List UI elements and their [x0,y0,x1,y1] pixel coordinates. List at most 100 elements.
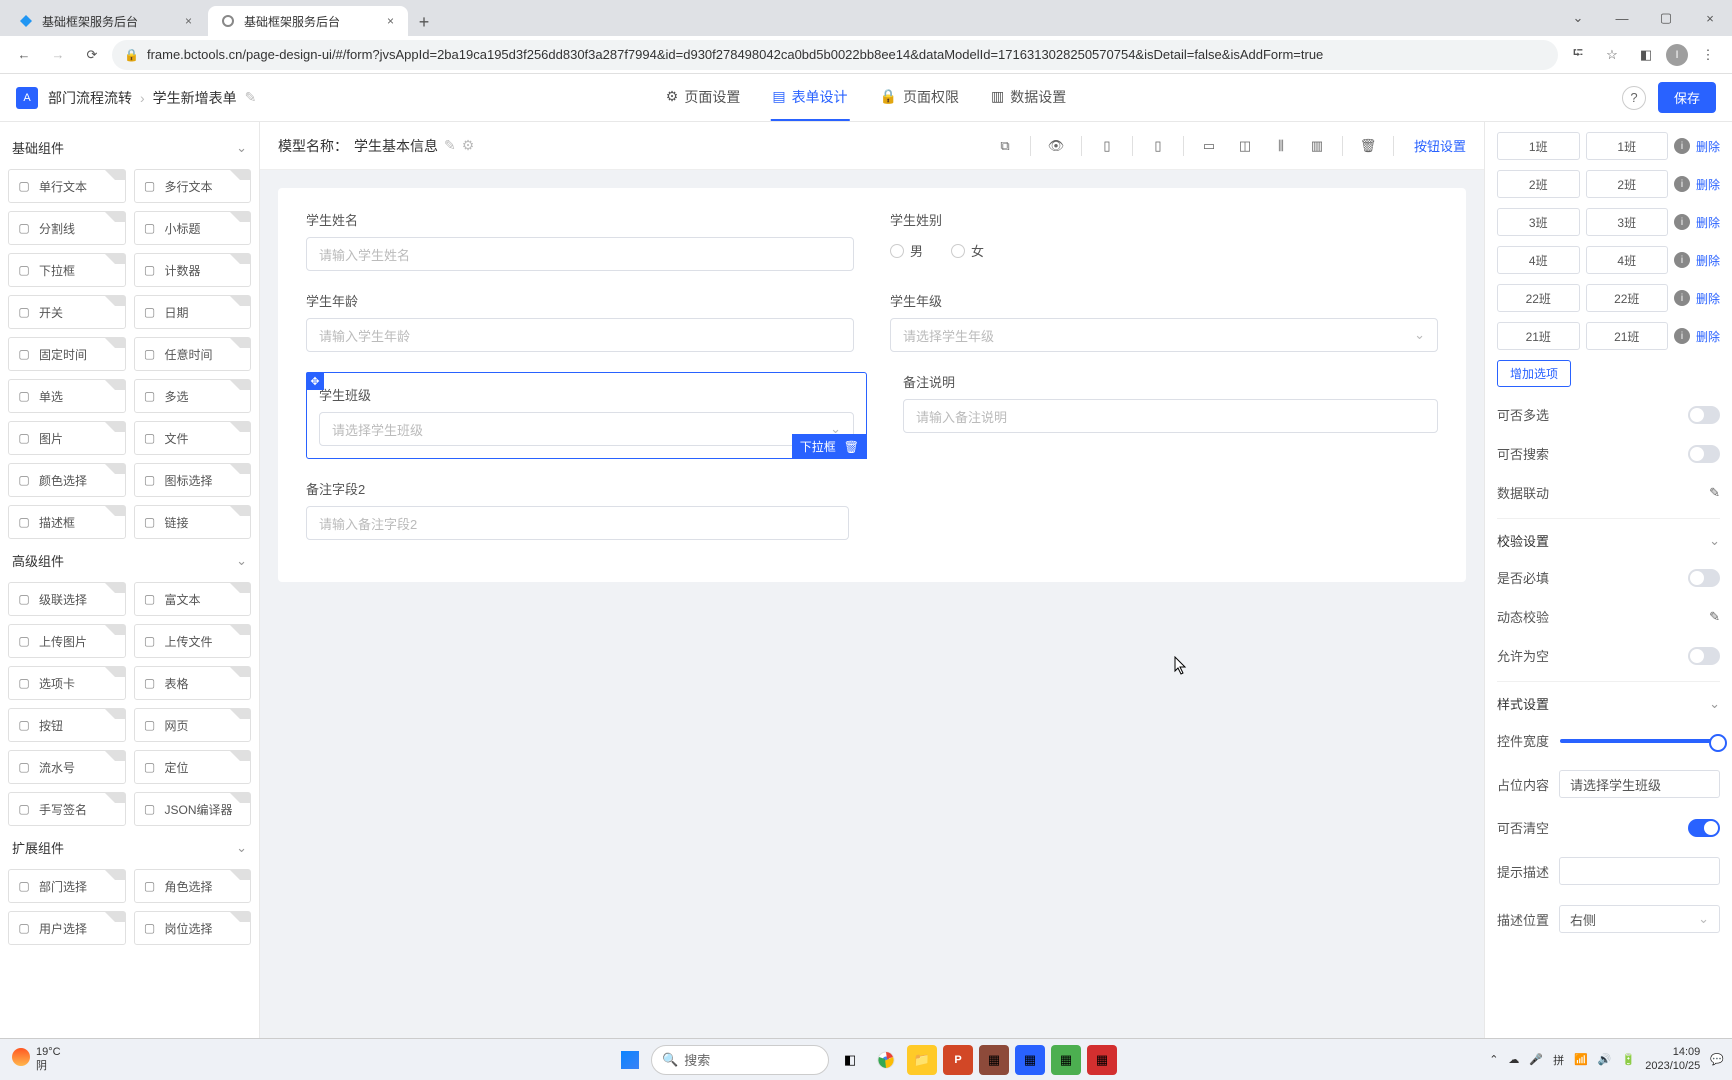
option-key-input[interactable]: 4班 [1497,246,1580,274]
component-item[interactable]: ▢描述框 [8,505,126,539]
component-item[interactable]: ▢用户选择 [8,911,126,945]
component-item[interactable]: ▢计数器 [134,253,252,287]
component-item[interactable]: ▢表格 [134,666,252,700]
component-item[interactable]: ▢流水号 [8,750,126,784]
window-dropdown-icon[interactable]: ⌄ [1556,0,1600,36]
component-item[interactable]: ▢分割线 [8,211,126,245]
close-icon[interactable]: × [181,14,196,28]
taskbar-clock[interactable]: 14:09 2023/10/25 [1645,1046,1700,1072]
powerpoint-icon[interactable]: P [943,1045,973,1075]
component-item[interactable]: ▢富文本 [134,582,252,616]
layout-2col-icon[interactable]: ◫ [1234,135,1256,157]
component-item[interactable]: ▢多行文本 [134,169,252,203]
button-settings-link[interactable]: 按钮设置 [1414,136,1466,155]
explorer-icon[interactable]: 📁 [907,1045,937,1075]
input-tip-desc[interactable] [1559,857,1720,885]
component-item[interactable]: ▢按钮 [8,708,126,742]
input-remark2[interactable]: 请输入备注字段2 [306,506,849,540]
option-key-input[interactable]: 21班 [1497,322,1580,350]
translate-icon[interactable]: ⮓ [1564,44,1592,66]
component-item[interactable]: ▢文件 [134,421,252,455]
browser-tab[interactable]: 基础框架服务后台 × [6,6,206,36]
profile-avatar[interactable]: I [1666,44,1688,66]
info-icon[interactable]: i [1674,290,1690,306]
select-student-grade[interactable]: 请选择学生年级⌄ [890,318,1438,352]
component-item[interactable]: ▢选项卡 [8,666,126,700]
trash-icon[interactable]: 🗑 [1357,135,1379,157]
move-handle-icon[interactable]: ✥ [306,372,324,390]
component-item[interactable]: ▢图片 [8,421,126,455]
tray-volume-icon[interactable]: 🔊 [1598,1053,1612,1066]
info-icon[interactable]: i [1674,252,1690,268]
edit-icon[interactable]: ✎ [1709,485,1720,501]
url-field[interactable]: 🔒 frame.bctools.cn/page-design-ui/#/form… [112,40,1558,70]
browser-menu-icon[interactable]: ⋮ [1694,41,1722,69]
toggle-clearable[interactable] [1688,819,1720,837]
select-desc-position[interactable]: 右侧⌄ [1559,905,1720,933]
preview-icon[interactable]: 👁 [1045,135,1067,157]
toggle-allow-empty[interactable] [1688,647,1720,665]
option-value-input[interactable]: 4班 [1586,246,1669,274]
app-icon[interactable]: ▦ [1087,1045,1117,1075]
delete-option-link[interactable]: 删除 [1696,252,1720,269]
select-student-class[interactable]: 请选择学生班级⌄ [319,412,854,446]
component-item[interactable]: ▢部门选择 [8,869,126,903]
reload-button[interactable]: ⟳ [78,41,106,69]
layout-1col-icon[interactable]: ▭ [1198,135,1220,157]
task-view-icon[interactable]: ◧ [835,1045,865,1075]
window-close-icon[interactable]: × [1688,0,1732,36]
breadcrumb-root[interactable]: 部门流程流转 [48,88,132,108]
option-key-input[interactable]: 3班 [1497,208,1580,236]
component-item[interactable]: ▢手写签名 [8,792,126,826]
component-item[interactable]: ▢图标选择 [134,463,252,497]
app-icon[interactable]: ▦ [1051,1045,1081,1075]
option-value-input[interactable]: 2班 [1586,170,1669,198]
trash-icon[interactable]: 🗑 [844,440,859,454]
component-item[interactable]: ▢岗位选择 [134,911,252,945]
gear-icon[interactable]: ⚙ [462,137,475,154]
component-item[interactable]: ▢JSON编译器 [134,792,252,826]
input-placeholder[interactable]: 请选择学生班级 [1559,770,1720,798]
app-icon[interactable]: ▦ [1015,1045,1045,1075]
option-value-input[interactable]: 1班 [1586,132,1669,160]
tab-data-settings[interactable]: ▥数据设置 [989,75,1068,121]
component-item[interactable]: ▢上传文件 [134,624,252,658]
input-remark[interactable]: 请输入备注说明 [903,399,1438,433]
tab-page-settings[interactable]: ⚙页面设置 [664,75,743,121]
component-item[interactable]: ▢网页 [134,708,252,742]
component-item[interactable]: ▢上传图片 [8,624,126,658]
tray-battery-icon[interactable]: 🔋 [1622,1053,1636,1066]
component-item[interactable]: ▢颜色选择 [8,463,126,497]
input-student-age[interactable]: 请输入学生年龄 [306,318,854,352]
forward-button[interactable]: → [44,41,72,69]
tray-mic-icon[interactable]: 🎤 [1529,1053,1543,1066]
layout-4col-icon[interactable]: ▥ [1306,135,1328,157]
info-icon[interactable]: i [1674,328,1690,344]
extension-icon[interactable]: ◧ [1632,47,1660,63]
option-value-input[interactable]: 22班 [1586,284,1669,312]
delete-option-link[interactable]: 删除 [1696,138,1720,155]
notifications-icon[interactable]: 💬 [1710,1053,1724,1066]
delete-option-link[interactable]: 删除 [1696,290,1720,307]
tab-page-permission[interactable]: 🔒页面权限 [878,75,961,121]
toggle-multi-select[interactable] [1688,406,1720,424]
phone-icon[interactable]: ▯ [1147,135,1169,157]
component-item[interactable]: ▢下拉框 [8,253,126,287]
field-student-class[interactable]: ✥ 学生班级 请选择学生班级⌄ 下拉框🗑 [306,372,867,459]
component-item[interactable]: ▢任意时间 [134,337,252,371]
weather-widget[interactable]: 19°C 阴 [8,1046,61,1072]
delete-option-link[interactable]: 删除 [1696,214,1720,231]
tablet-icon[interactable]: ▯ [1096,135,1118,157]
radio-female[interactable]: 女 [951,241,984,260]
component-item[interactable]: ▢角色选择 [134,869,252,903]
back-button[interactable]: ← [10,41,38,69]
edit-icon[interactable]: ✎ [444,137,456,154]
option-value-input[interactable]: 21班 [1586,322,1669,350]
group-advanced-header[interactable]: 高级组件⌄ [8,543,251,578]
close-icon[interactable]: × [383,14,398,28]
start-button[interactable] [615,1045,645,1075]
delete-option-link[interactable]: 删除 [1696,328,1720,345]
edit-icon[interactable]: ✎ [245,89,257,106]
component-item[interactable]: ▢小标题 [134,211,252,245]
link-icon[interactable]: ⧉ [994,135,1016,157]
